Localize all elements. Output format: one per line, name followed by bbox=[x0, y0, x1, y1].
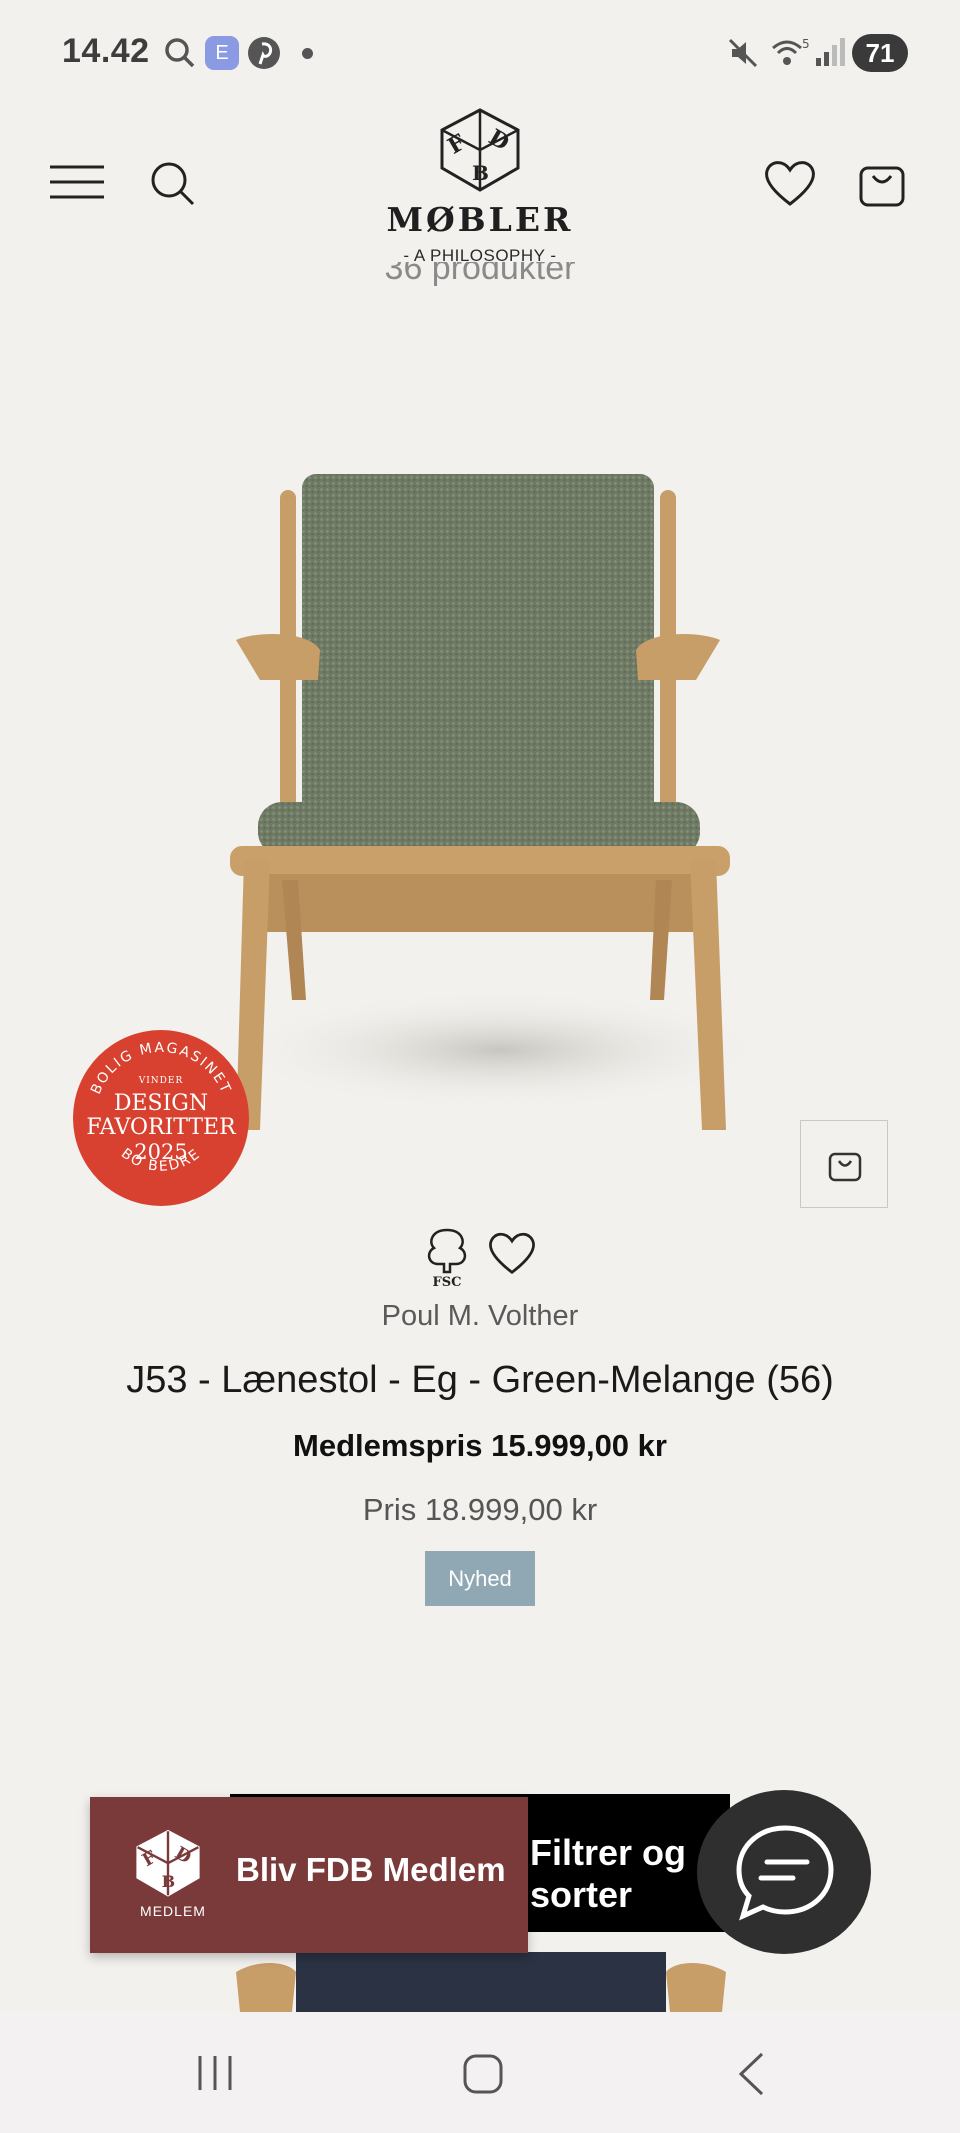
next-product-image-peek[interactable] bbox=[236, 1952, 726, 2012]
pinterest-icon bbox=[248, 37, 280, 69]
chat-bubble-icon bbox=[736, 1825, 834, 1921]
award-arc-top: BOLIG MAGASINET bbox=[88, 1040, 232, 1097]
mute-icon bbox=[728, 38, 758, 68]
award-badge: BOLIG MAGASINET BO BEDRE VINDER DESIGN F… bbox=[73, 1030, 249, 1206]
brand-name: MØBLER bbox=[386, 200, 574, 239]
award-small-text: VINDER bbox=[138, 1076, 184, 1086]
status-time: 14.42 bbox=[62, 32, 150, 70]
member-signup-banner[interactable]: F D B MEDLEM Bliv FDB Medlem bbox=[90, 1797, 528, 1953]
member-banner-label: Bliv FDB Medlem bbox=[236, 1851, 506, 1888]
home-icon[interactable] bbox=[462, 2053, 504, 2095]
award-year: 2025 bbox=[134, 1140, 188, 1164]
svg-text:BOLIG MAGASINET: BOLIG MAGASINET bbox=[88, 1040, 234, 1097]
battery-indicator: 71 bbox=[852, 34, 908, 72]
product-count-text: 36 produkter bbox=[384, 262, 576, 287]
new-badge: Nyhed bbox=[425, 1551, 535, 1606]
signal-icon bbox=[816, 38, 845, 66]
app-notification-icon: E bbox=[205, 36, 239, 70]
award-title-line2: FAVORITTER bbox=[86, 1115, 236, 1140]
back-icon[interactable] bbox=[736, 2051, 766, 2097]
svg-text:B: B bbox=[162, 1872, 176, 1891]
member-logo-caption: MEDLEM bbox=[140, 1903, 206, 1919]
chat-button[interactable] bbox=[697, 1790, 871, 1954]
designer-name[interactable]: Poul M. Volther bbox=[0, 1300, 960, 1333]
product-image[interactable] bbox=[200, 440, 760, 1140]
svg-text:5: 5 bbox=[802, 37, 810, 51]
member-price: Medlemspris 15.999,00 kr bbox=[293, 1428, 667, 1463]
svg-text:D: D bbox=[484, 124, 514, 156]
wifi-icon: 5 bbox=[772, 37, 810, 65]
svg-text:F: F bbox=[443, 129, 470, 160]
status-bar: 14.42 E 5 71 bbox=[0, 0, 960, 106]
regular-price: Pris 18.999,00 kr bbox=[362, 1492, 598, 1527]
fsc-certification-icon: FSC bbox=[427, 1228, 467, 1288]
search-notification-icon bbox=[165, 38, 195, 68]
quick-add-to-cart-button[interactable] bbox=[800, 1120, 888, 1208]
award-title-line1: DESIGN bbox=[113, 1091, 209, 1116]
fsc-label: FSC bbox=[433, 1275, 462, 1288]
product-count-peek: 36 produkter bbox=[0, 262, 960, 288]
recent-apps-icon[interactable] bbox=[195, 2053, 235, 2093]
svg-text:B: B bbox=[472, 161, 489, 185]
cart-bag-icon bbox=[828, 1152, 862, 1182]
menu-icon[interactable] bbox=[50, 164, 104, 200]
fdb-member-logo-icon: F D B bbox=[136, 1829, 200, 1897]
android-navigation-bar bbox=[0, 2013, 960, 2133]
product-title[interactable]: J53 - Lænestol - Eg - Green-Melange (56) bbox=[0, 1359, 960, 1402]
more-notifications-dot bbox=[302, 48, 313, 59]
product-wishlist-heart-icon[interactable] bbox=[487, 1230, 537, 1276]
fdb-logo[interactable]: F D B bbox=[430, 106, 530, 196]
